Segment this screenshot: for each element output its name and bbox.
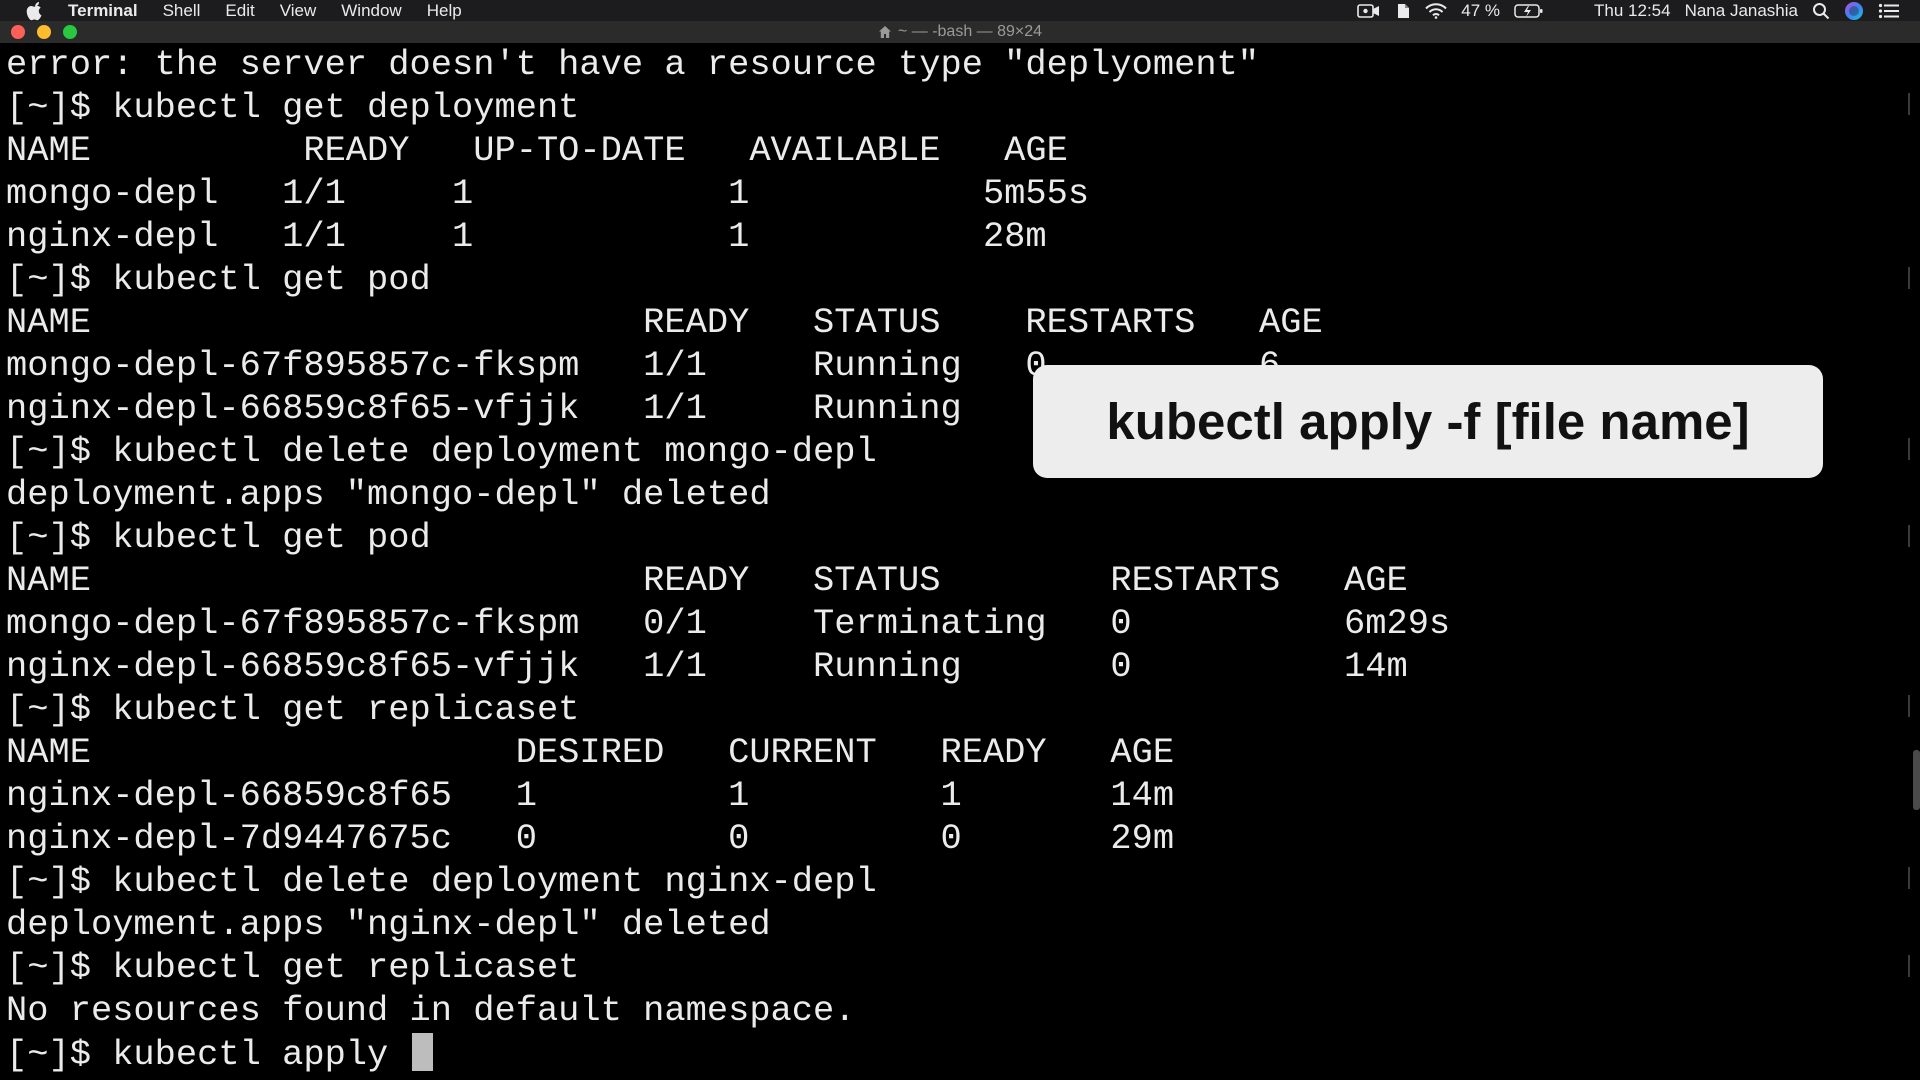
terminal-line: No resources found in default namespace.: [6, 991, 856, 1031]
menu-edit[interactable]: Edit: [225, 1, 254, 21]
screen-record-icon[interactable]: [1357, 3, 1381, 19]
terminal-line: [~]$ kubectl get pod: [6, 518, 431, 558]
siri-icon[interactable]: [1844, 1, 1864, 21]
line-marker: [1908, 525, 1910, 547]
terminal-line: [~]$ kubectl get replicaset: [6, 690, 580, 730]
terminal-line: NAME READY STATUS RESTARTS AGE: [6, 561, 1408, 601]
user-name[interactable]: Nana Janashia: [1685, 1, 1798, 21]
wifi-icon[interactable]: [1425, 2, 1447, 19]
terminal-line: error: the server doesn't have a resourc…: [6, 45, 1260, 85]
flag-icon[interactable]: [1558, 4, 1580, 18]
menu-shell[interactable]: Shell: [163, 1, 201, 21]
terminal-prompt-line[interactable]: [~]$ kubectl apply: [6, 1033, 433, 1076]
window-title: ~ — -bash — 89×24: [0, 21, 1920, 43]
terminal-line: nginx-depl-66859c8f65-vfjjk 1/1 Running …: [6, 647, 1408, 687]
home-folder-icon: [878, 25, 892, 39]
scrollbar-thumb[interactable]: [1913, 750, 1920, 810]
apple-icon[interactable]: [26, 1, 46, 21]
battery-percent: 47 %: [1461, 0, 1501, 20]
terminal-line: [~]$ kubectl get replicaset: [6, 948, 580, 988]
terminal-line: mongo-depl 1/1 1 1 5m55s: [6, 174, 1090, 214]
line-marker: [1908, 93, 1910, 115]
menu-app-name[interactable]: Terminal: [68, 1, 138, 21]
menu-view[interactable]: View: [280, 1, 317, 21]
terminal-line: nginx-depl-7d9447675c 0 0 0 29m: [6, 819, 1175, 859]
terminal-line: NAME READY STATUS RESTARTS AGE: [6, 303, 1323, 343]
spotlight-search-icon[interactable]: [1812, 2, 1830, 20]
terminal-line: [~]$ kubectl get deployment: [6, 88, 580, 128]
terminal-line: deployment.apps "mongo-depl" deleted: [6, 475, 771, 515]
terminal-line: NAME READY UP-TO-DATE AVAILABLE AGE: [6, 131, 1068, 171]
line-marker: [1908, 438, 1910, 460]
caption-overlay: kubectl apply -f [file name]: [1033, 365, 1823, 478]
battery-charging-icon[interactable]: [1514, 3, 1544, 19]
notification-center-icon[interactable]: [1878, 3, 1900, 19]
status-area: 47 % Thu 12:54 Nana Janashia: [1357, 0, 1900, 21]
menu-window[interactable]: Window: [341, 1, 401, 21]
caption-text: kubectl apply -f [file name]: [1106, 393, 1750, 450]
menu-help[interactable]: Help: [427, 1, 462, 21]
window-title-text: ~ — -bash — 89×24: [897, 23, 1043, 40]
line-marker: [1908, 955, 1910, 977]
line-marker: [1908, 867, 1910, 889]
text-cursor: [411, 1033, 433, 1071]
terminal-line: [~]$ kubectl delete deployment mongo-dep…: [6, 432, 877, 472]
terminal-output[interactable]: error: the server doesn't have a resourc…: [0, 43, 1920, 1080]
line-marker: [1908, 695, 1910, 717]
prompt-input-text[interactable]: [~]$ kubectl apply: [6, 1035, 410, 1075]
window-title-bar[interactable]: ~ — -bash — 89×24: [0, 21, 1920, 44]
terminal-line: [~]$ kubectl delete deployment nginx-dep…: [6, 862, 877, 902]
menu-bar: Terminal Shell Edit View Window Help 47 …: [0, 0, 1920, 21]
terminal-line: [~]$ kubectl get pod: [6, 260, 431, 300]
terminal-line: NAME DESIRED CURRENT READY AGE: [6, 733, 1175, 773]
terminal-line: mongo-depl-67f895857c-fkspm 0/1 Terminat…: [6, 604, 1451, 644]
terminal-line: deployment.apps "nginx-depl" deleted: [6, 905, 771, 945]
terminal-line: nginx-depl 1/1 1 1 28m: [6, 217, 1047, 257]
terminal-line: nginx-depl-66859c8f65-vfjjk 1/1 Running: [6, 389, 962, 429]
terminal-line: nginx-depl-66859c8f65 1 1 1 14m: [6, 776, 1175, 816]
evernote-icon[interactable]: [1395, 2, 1411, 20]
clock[interactable]: Thu 12:54: [1594, 1, 1671, 21]
line-marker: [1908, 267, 1910, 289]
